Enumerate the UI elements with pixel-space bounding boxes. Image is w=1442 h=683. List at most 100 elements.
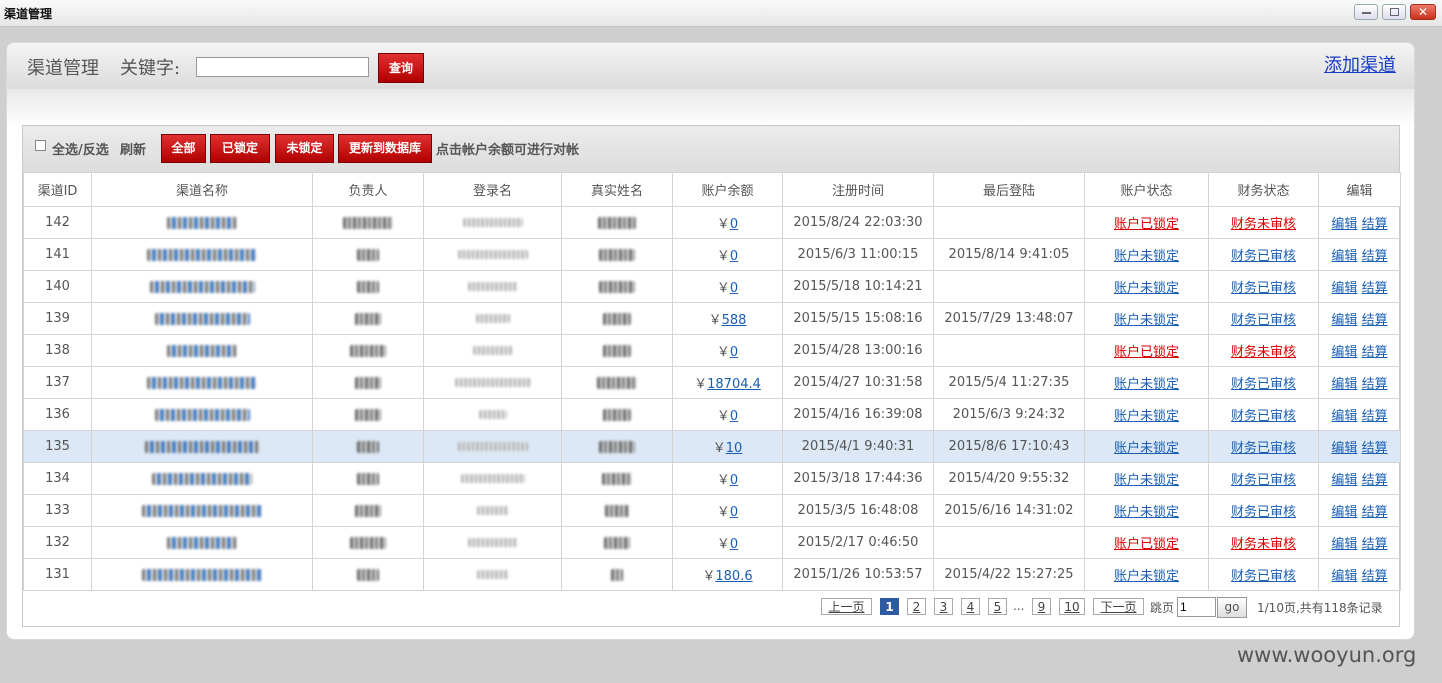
- settle-link[interactable]: 结算: [1362, 473, 1388, 488]
- edit-link[interactable]: 编辑: [1331, 537, 1357, 552]
- balance-link[interactable]: 0: [730, 505, 738, 520]
- filter-locked-button[interactable]: 已锁定: [210, 134, 270, 163]
- cell-finance-status: 财务未审核: [1208, 526, 1319, 559]
- settle-link[interactable]: 结算: [1362, 345, 1388, 360]
- edit-link[interactable]: 编辑: [1331, 345, 1357, 360]
- edit-link[interactable]: 编辑: [1331, 473, 1357, 488]
- redacted-login-name: [457, 250, 528, 259]
- add-channel-link[interactable]: 添加渠道: [1324, 51, 1396, 77]
- maximize-button[interactable]: [1382, 4, 1406, 20]
- settle-link[interactable]: 结算: [1362, 377, 1388, 392]
- account-status-link[interactable]: 账户未锁定: [1114, 249, 1179, 264]
- finance-status-link[interactable]: 财务已审核: [1231, 569, 1296, 584]
- edit-link[interactable]: 编辑: [1331, 217, 1357, 232]
- balance-link[interactable]: 0: [730, 473, 738, 488]
- finance-status-link[interactable]: 财务未审核: [1231, 217, 1296, 232]
- cell-login-name: [423, 302, 562, 335]
- edit-link[interactable]: 编辑: [1331, 313, 1357, 328]
- edit-link[interactable]: 编辑: [1331, 377, 1357, 392]
- page-9-link[interactable]: 9: [1032, 598, 1051, 615]
- finance-status-link[interactable]: 财务已审核: [1231, 249, 1296, 264]
- page-1-link[interactable]: 1: [880, 598, 899, 615]
- account-status-link[interactable]: 账户已锁定: [1114, 345, 1179, 360]
- filter-unlocked-button[interactable]: 未锁定: [275, 134, 334, 163]
- balance-link[interactable]: 0: [730, 217, 738, 232]
- settle-link[interactable]: 结算: [1362, 217, 1388, 232]
- refresh-link[interactable]: 刷新: [120, 139, 146, 158]
- account-status-link[interactable]: 账户未锁定: [1114, 313, 1179, 328]
- update-db-button[interactable]: 更新到数据库: [338, 134, 432, 163]
- col-account-status: 账户状态: [1084, 172, 1209, 207]
- cell-channel-name: [91, 366, 313, 399]
- account-status-link[interactable]: 账户已锁定: [1114, 537, 1179, 552]
- balance-link[interactable]: 0: [730, 537, 738, 552]
- balance-link[interactable]: 0: [730, 249, 738, 264]
- finance-status-link[interactable]: 财务未审核: [1231, 537, 1296, 552]
- balance-link[interactable]: 0: [730, 345, 738, 360]
- finance-status-link[interactable]: 财务未审核: [1231, 345, 1296, 360]
- settle-link[interactable]: 结算: [1362, 537, 1388, 552]
- cell-account-status: 账户已锁定: [1084, 526, 1209, 559]
- account-status-link[interactable]: 账户未锁定: [1114, 441, 1179, 456]
- page-4-link[interactable]: 4: [961, 598, 980, 615]
- finance-status-link[interactable]: 财务已审核: [1231, 441, 1296, 456]
- balance-link[interactable]: 0: [730, 409, 738, 424]
- page-10-link[interactable]: 10: [1059, 598, 1085, 615]
- settle-link[interactable]: 结算: [1362, 313, 1388, 328]
- channel-id: 135: [45, 439, 70, 454]
- finance-status-link[interactable]: 财务已审核: [1231, 377, 1296, 392]
- account-status-link[interactable]: 账户未锁定: [1114, 569, 1179, 584]
- reg-time: 2015/6/3 11:00:15: [797, 247, 919, 262]
- edit-link[interactable]: 编辑: [1331, 505, 1357, 520]
- edit-link[interactable]: 编辑: [1331, 281, 1357, 296]
- finance-status-link[interactable]: 财务已审核: [1231, 313, 1296, 328]
- keyword-input[interactable]: [196, 57, 369, 77]
- minimize-button[interactable]: [1354, 4, 1378, 20]
- settle-link[interactable]: 结算: [1362, 441, 1388, 456]
- jump-page-input[interactable]: [1177, 597, 1216, 617]
- edit-link[interactable]: 编辑: [1331, 569, 1357, 584]
- balance-link[interactable]: 180.6: [715, 569, 752, 584]
- settle-link[interactable]: 结算: [1362, 249, 1388, 264]
- cell-edit: 编辑 结算: [1318, 270, 1401, 303]
- select-all-checkbox[interactable]: [35, 140, 46, 151]
- col-reg-time: 注册时间: [782, 172, 934, 207]
- account-status-link[interactable]: 账户未锁定: [1114, 281, 1179, 296]
- go-button[interactable]: go: [1217, 597, 1247, 618]
- cell-reg-time: 2015/5/18 10:14:21: [782, 270, 934, 303]
- page-5-link[interactable]: 5: [988, 598, 1007, 615]
- balance-link[interactable]: 588: [722, 313, 747, 328]
- account-status-link[interactable]: 账户已锁定: [1114, 217, 1179, 232]
- edit-link[interactable]: 编辑: [1331, 409, 1357, 424]
- account-status-link[interactable]: 账户未锁定: [1114, 473, 1179, 488]
- page-2-link[interactable]: 2: [907, 598, 926, 615]
- edit-link[interactable]: 编辑: [1331, 441, 1357, 456]
- page-3-link[interactable]: 3: [934, 598, 953, 615]
- table-header-row: 渠道ID 渠道名称 负责人 登录名 真实姓名 账户余额 注册时间 最后登陆 账户…: [23, 172, 1401, 207]
- finance-status-link[interactable]: 财务已审核: [1231, 473, 1296, 488]
- edit-link[interactable]: 编辑: [1331, 249, 1357, 264]
- balance-link[interactable]: 10: [726, 441, 743, 456]
- settle-link[interactable]: 结算: [1362, 281, 1388, 296]
- settle-link[interactable]: 结算: [1362, 569, 1388, 584]
- balance-link[interactable]: 18704.4: [707, 377, 761, 392]
- settle-link[interactable]: 结算: [1362, 505, 1388, 520]
- account-status-link[interactable]: 账户未锁定: [1114, 409, 1179, 424]
- next-page-link[interactable]: 下一页: [1093, 598, 1144, 615]
- table-row: 134 ￥0 2015/3/18 17:44:36 2015/4/20 9:55:32…: [23, 462, 1401, 495]
- select-all-label[interactable]: 全选/反选: [52, 139, 109, 158]
- account-status-link[interactable]: 账户未锁定: [1114, 505, 1179, 520]
- search-button[interactable]: 查询: [378, 53, 424, 83]
- finance-status-link[interactable]: 财务已审核: [1231, 409, 1296, 424]
- cell-finance-status: 财务已审核: [1208, 238, 1319, 271]
- filter-all-button[interactable]: 全部: [161, 134, 206, 163]
- settle-link[interactable]: 结算: [1362, 409, 1388, 424]
- cell-account-status: 账户未锁定: [1084, 430, 1209, 463]
- balance-link[interactable]: 0: [730, 281, 738, 296]
- finance-status-link[interactable]: 财务已审核: [1231, 505, 1296, 520]
- cell-login-name: [423, 366, 562, 399]
- finance-status-link[interactable]: 财务已审核: [1231, 281, 1296, 296]
- close-button[interactable]: ✕: [1410, 4, 1436, 20]
- account-status-link[interactable]: 账户未锁定: [1114, 377, 1179, 392]
- prev-page-link[interactable]: 上一页: [821, 598, 872, 615]
